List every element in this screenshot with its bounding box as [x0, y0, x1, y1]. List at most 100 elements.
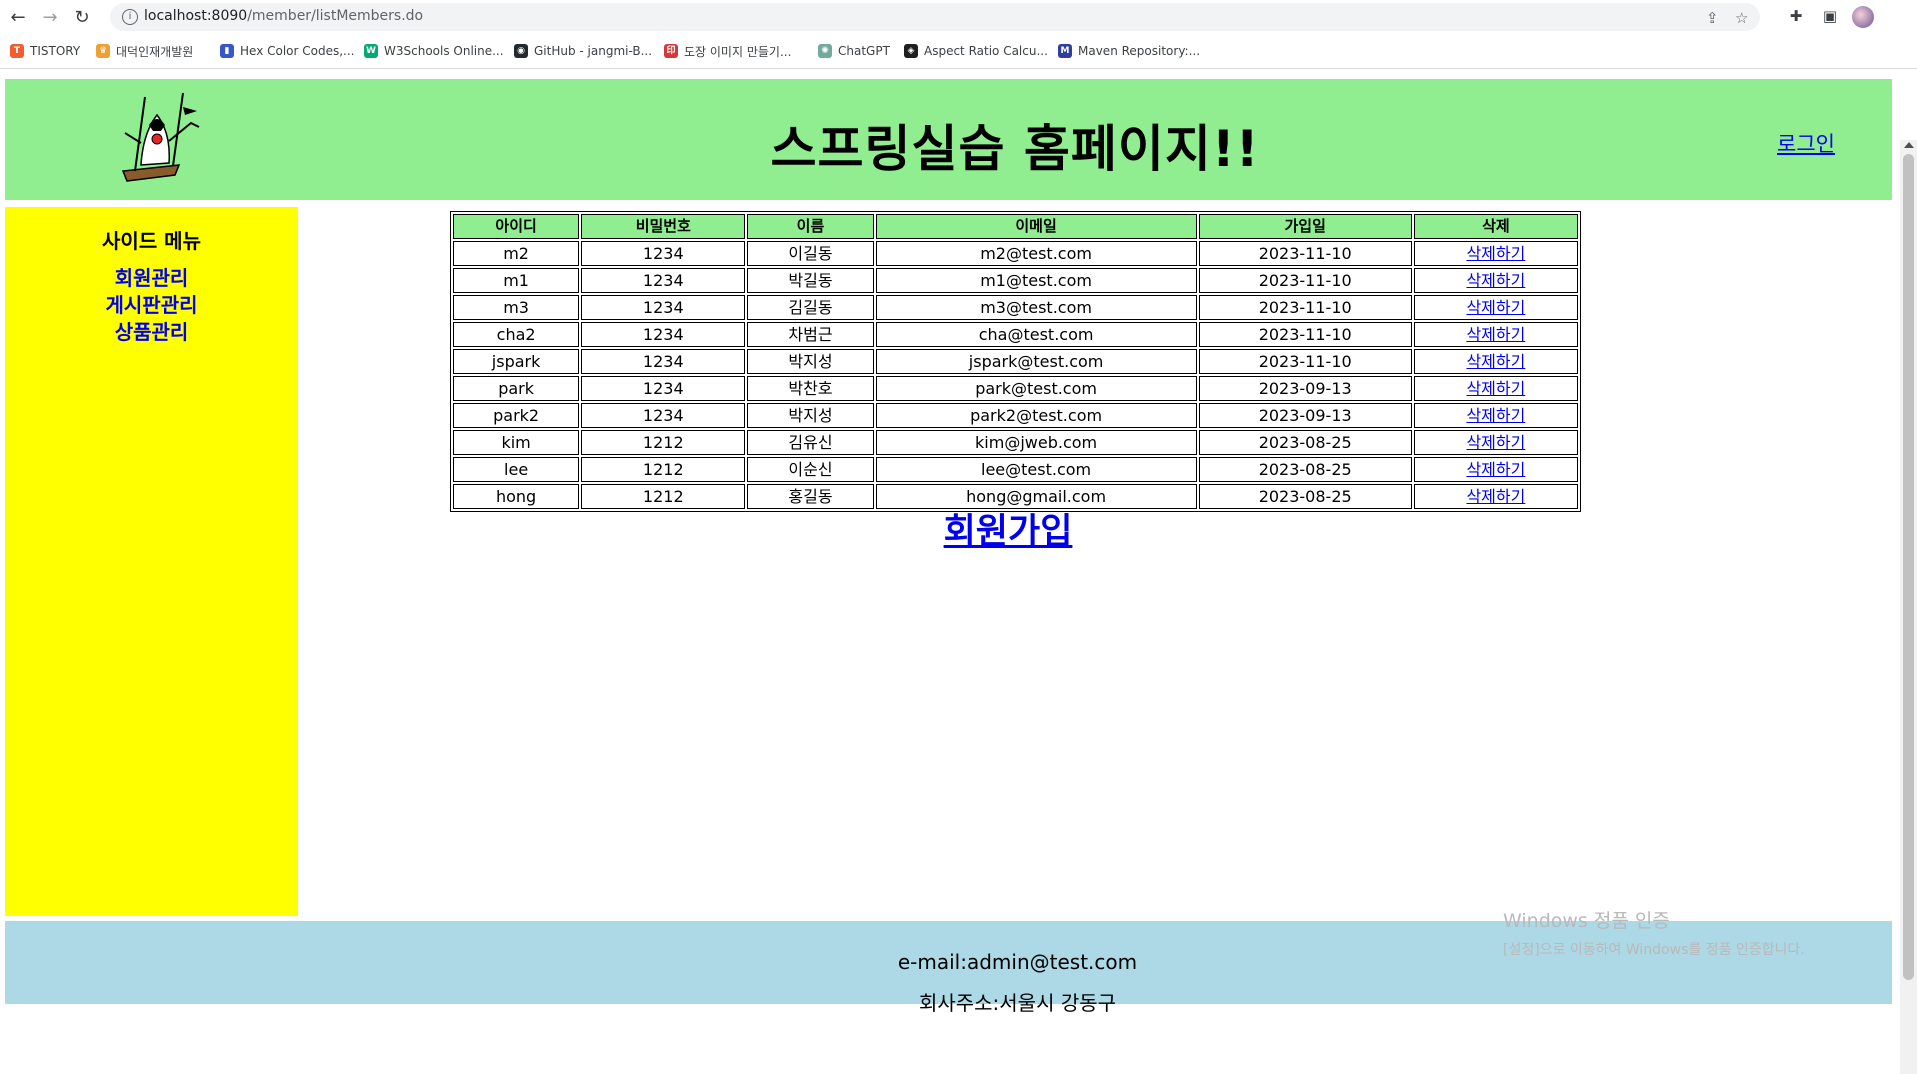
url-path: /member/listMembers.do	[247, 8, 424, 24]
bookmark-item[interactable]: ◈ Aspect Ratio Calcu...	[904, 43, 1048, 59]
bookmark-favicon-icon: T	[10, 44, 24, 58]
cell-id: m1	[453, 268, 580, 293]
sidebar-item-member-management[interactable]: 회원관리	[5, 265, 298, 292]
back-icon[interactable]: ←	[6, 5, 30, 29]
bookmark-favicon-icon: M	[1058, 44, 1072, 58]
cell-id: park	[453, 376, 580, 401]
page-title: 스프링실습 홈페이지!!	[770, 120, 1260, 178]
bookmark-label: ChatGPT	[838, 44, 890, 58]
cell-delete: 삭제하기	[1413, 376, 1578, 401]
table-row: lee 1212 이순신 lee@test.com 2023-08-25 삭제하기	[453, 457, 1578, 482]
bookmark-item[interactable]: 印 도장 이미지 만들기...	[664, 43, 791, 59]
extensions-icon[interactable]: ✚	[1786, 6, 1806, 26]
bookmark-item[interactable]: M Maven Repository:...	[1058, 43, 1200, 59]
table-row: jspark 1234 박지성 jspark@test.com 2023-11-10 삭제…	[453, 349, 1578, 374]
bookmark-item[interactable]: W W3Schools Online...	[364, 43, 504, 59]
column-header-join-date: 가입일	[1198, 214, 1412, 239]
column-header-id: 아이디	[453, 214, 580, 239]
column-header-password: 비밀번호	[581, 214, 746, 239]
cell-delete: 삭제하기	[1413, 295, 1578, 320]
sidebar-item-product-management[interactable]: 상품관리	[5, 319, 298, 346]
cell-join-date: 2023-11-10	[1198, 268, 1412, 293]
sidebar-title: 사이드 메뉴	[102, 229, 201, 253]
join-link[interactable]: 회원가입	[298, 503, 1718, 554]
cell-delete: 삭제하기	[1413, 349, 1578, 374]
bookmark-item[interactable]: ▮ Hex Color Codes,...	[220, 43, 355, 59]
page-scrollbar[interactable]	[1900, 140, 1917, 1074]
cell-join-date: 2023-09-13	[1198, 403, 1412, 428]
bookmark-favicon-icon: ✺	[818, 44, 832, 58]
bookmark-item[interactable]: ♛ 대덕인재개발원	[96, 43, 193, 59]
cell-join-date: 2023-08-25	[1198, 430, 1412, 455]
forward-icon[interactable]: →	[38, 5, 62, 29]
cell-name: 차범근	[747, 322, 874, 347]
delete-link[interactable]: 삭제하기	[1466, 460, 1525, 479]
cell-join-date: 2023-08-25	[1198, 457, 1412, 482]
bookmark-label: 도장 이미지 만들기...	[684, 44, 792, 59]
side-panel-icon[interactable]: ▣	[1820, 6, 1840, 26]
site-footer: e-mail:admin@test.com 회사주소:서울시 강동구	[5, 921, 1892, 1015]
cell-email: park@test.com	[875, 376, 1197, 401]
table-row: kim 1212 김유신 kim@jweb.com 2023-08-25 삭제하기	[453, 430, 1578, 455]
cell-email: lee@test.com	[875, 457, 1197, 482]
sidebar-item-board-management[interactable]: 게시판관리	[5, 292, 298, 319]
url-text[interactable]: localhost:8090/member/listMembers.do	[144, 8, 423, 24]
address-bar[interactable]: i localhost:8090/member/listMembers.do ⇪…	[110, 3, 1760, 31]
delete-link[interactable]: 삭제하기	[1466, 271, 1525, 290]
column-header-name: 이름	[747, 214, 874, 239]
cell-password: 1234	[581, 268, 746, 293]
delete-link[interactable]: 삭제하기	[1466, 406, 1525, 425]
site-info-icon[interactable]: i	[122, 9, 138, 25]
bookmark-label: GitHub - jangmi-B...	[534, 44, 653, 58]
main-content: 아이디 비밀번호 이름 이메일 가입일 삭제 m2 1234 이길동 m2@test.…	[298, 207, 1892, 916]
bookmark-item[interactable]: T TISTORY	[10, 43, 80, 59]
reload-icon[interactable]: ↻	[70, 5, 94, 29]
cell-join-date: 2023-11-10	[1198, 349, 1412, 374]
cell-email: kim@jweb.com	[875, 430, 1197, 455]
cell-delete: 삭제하기	[1413, 430, 1578, 455]
cell-delete: 삭제하기	[1413, 322, 1578, 347]
cell-password: 1234	[581, 403, 746, 428]
scroll-up-arrow-icon[interactable]	[1904, 142, 1914, 148]
scroll-thumb[interactable]	[1903, 154, 1914, 980]
table-row: park2 1234 박지성 park2@test.com 2023-09-13 삭제하기	[453, 403, 1578, 428]
bookmark-star-icon[interactable]: ☆	[1735, 9, 1748, 27]
bookmark-favicon-icon: 印	[664, 44, 678, 58]
table-row: park 1234 박찬호 park@test.com 2023-09-13 삭제하기	[453, 376, 1578, 401]
delete-link[interactable]: 삭제하기	[1466, 298, 1525, 317]
cell-join-date: 2023-11-10	[1198, 295, 1412, 320]
cell-password: 1212	[581, 457, 746, 482]
browser-toolbar: ← → ↻ i localhost:8090/member/listMember…	[0, 0, 1917, 35]
cell-name: 박찬호	[747, 376, 874, 401]
bookmark-favicon-icon: ◉	[514, 44, 528, 58]
delete-link[interactable]: 삭제하기	[1466, 433, 1525, 452]
profile-avatar[interactable]	[1852, 6, 1874, 28]
cell-password: 1234	[581, 241, 746, 266]
cell-name: 김유신	[747, 430, 874, 455]
bookmark-label: Hex Color Codes,...	[240, 44, 355, 58]
delete-link[interactable]: 삭제하기	[1466, 352, 1525, 371]
member-table: 아이디 비밀번호 이름 이메일 가입일 삭제 m2 1234 이길동 m2@test.…	[450, 211, 1581, 512]
share-icon[interactable]: ⇪	[1706, 9, 1719, 27]
bookmark-favicon-icon: ▮	[220, 44, 234, 58]
cell-id: cha2	[453, 322, 580, 347]
cell-delete: 삭제하기	[1413, 268, 1578, 293]
bookmark-item[interactable]: ◉ GitHub - jangmi-B...	[514, 43, 652, 59]
column-header-email: 이메일	[875, 214, 1197, 239]
delete-link[interactable]: 삭제하기	[1466, 379, 1525, 398]
cell-id: park2	[453, 403, 580, 428]
page: 스프링실습 홈페이지!! 로그인 사이드 메뉴 회원관리 게시판관리 상품관리 …	[0, 70, 1917, 1074]
cell-password: 1234	[581, 349, 746, 374]
table-row: m2 1234 이길동 m2@test.com 2023-11-10 삭제하기	[453, 241, 1578, 266]
bookmark-favicon-icon: ◈	[904, 44, 918, 58]
delete-link[interactable]: 삭제하기	[1466, 325, 1525, 344]
bookmark-label: TISTORY	[30, 44, 81, 58]
cell-email: m3@test.com	[875, 295, 1197, 320]
cell-join-date: 2023-11-10	[1198, 241, 1412, 266]
bookmark-favicon-icon: ♛	[96, 44, 110, 58]
bookmark-item[interactable]: ✺ ChatGPT	[818, 43, 890, 59]
login-link[interactable]: 로그인	[1777, 128, 1835, 158]
delete-link[interactable]: 삭제하기	[1466, 244, 1525, 263]
cell-id: kim	[453, 430, 580, 455]
cell-password: 1234	[581, 322, 746, 347]
